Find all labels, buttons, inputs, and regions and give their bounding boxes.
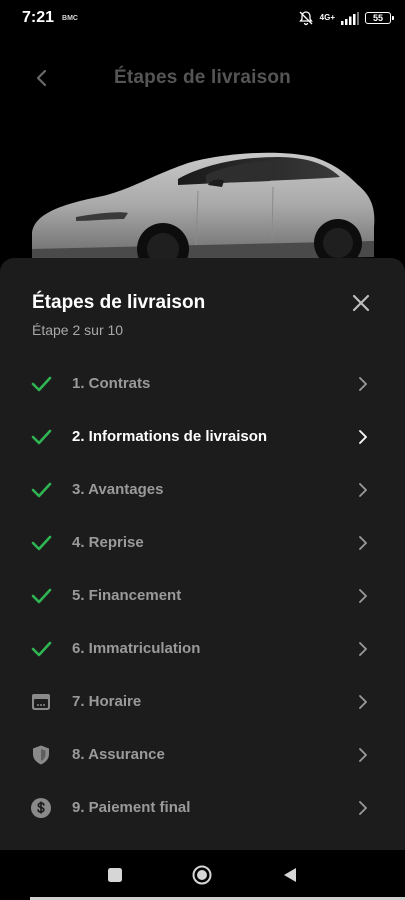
recent-apps-icon[interactable]: [104, 864, 126, 886]
status-time: 7:21: [22, 9, 55, 26]
step-label: 1. Contrats: [72, 375, 151, 392]
step-assurance[interactable]: 8. Assurance: [0, 728, 405, 781]
step-reprise[interactable]: 4. Reprise: [0, 516, 405, 569]
close-icon[interactable]: [348, 290, 374, 316]
check-icon: [31, 588, 52, 603]
step-horaire[interactable]: 7. Horaire: [0, 675, 405, 728]
step-label: 6. Immatriculation: [72, 640, 201, 657]
steps-list: 1. Contrats 2. Informations de livraison…: [0, 357, 405, 834]
bell-muted-icon: [298, 11, 313, 26]
step-label: 9. Paiement final: [72, 799, 191, 816]
check-icon: [31, 535, 52, 550]
battery-level: 55: [372, 13, 383, 23]
step-label: 3. Avantages: [72, 481, 164, 498]
chevron-right-icon: [359, 588, 367, 603]
home-icon[interactable]: [191, 864, 213, 886]
chevron-right-icon: [359, 535, 367, 550]
back-arrow-icon[interactable]: [28, 64, 56, 92]
sheet-title: Étapes de livraison: [32, 292, 206, 313]
status-note: BMC: [62, 14, 78, 22]
delivery-steps-sheet: Étapes de livraison Étape 2 sur 10 1. Co…: [0, 258, 405, 850]
check-icon: [31, 641, 52, 656]
chevron-right-icon: [359, 694, 367, 709]
step-label: 2. Informations de livraison: [72, 428, 268, 445]
step-label: 7. Horaire: [72, 693, 142, 710]
calendar-icon: [32, 693, 50, 710]
step-informations-livraison[interactable]: 2. Informations de livraison: [0, 410, 405, 463]
check-icon: [31, 429, 52, 444]
chevron-right-icon: [359, 800, 367, 815]
status-right: 4G+ 55: [298, 10, 394, 26]
step-paiement-final[interactable]: 9. Paiement final: [0, 781, 405, 834]
dollar-icon: [31, 797, 51, 818]
chevron-right-icon: [359, 482, 367, 497]
step-contrats[interactable]: 1. Contrats: [0, 357, 405, 410]
status-left: 7:21 BMC: [22, 9, 78, 27]
check-icon: [31, 482, 52, 497]
navigation-bar: [0, 850, 405, 900]
step-label: 5. Financement: [72, 587, 182, 604]
signal-icon: [341, 11, 359, 25]
sheet-subtitle: Étape 2 sur 10: [32, 322, 124, 338]
step-label: 4. Reprise: [72, 534, 144, 551]
background-header: Étapes de livraison: [0, 50, 405, 106]
back-icon[interactable]: [279, 864, 301, 886]
chevron-right-icon: [359, 747, 367, 762]
check-icon: [31, 376, 52, 391]
step-immatriculation[interactable]: 6. Immatriculation: [0, 622, 405, 675]
background-title: Étapes de livraison: [114, 67, 291, 88]
step-financement[interactable]: 5. Financement: [0, 569, 405, 622]
battery-indicator: 55: [365, 12, 394, 24]
step-avantages[interactable]: 3. Avantages: [0, 463, 405, 516]
network-label: 4G+: [319, 13, 335, 22]
chevron-right-icon: [359, 376, 367, 391]
chevron-right-icon: [359, 641, 367, 656]
shield-icon: [33, 745, 49, 764]
step-label: 8. Assurance: [72, 746, 165, 763]
status-bar: 7:21 BMC 4G+ 55: [0, 0, 405, 36]
car-image: [32, 152, 375, 275]
chevron-right-icon: [359, 429, 367, 444]
